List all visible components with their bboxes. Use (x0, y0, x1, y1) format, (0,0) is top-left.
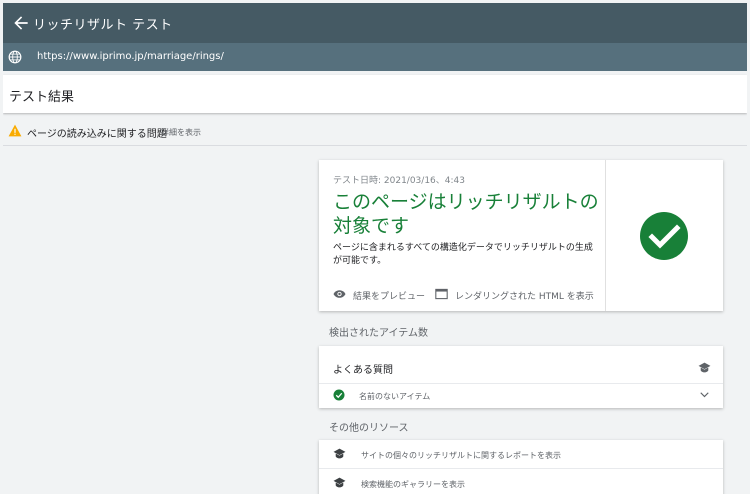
resource-link-label: サイトの個々のリッチリザルトに関するレポートを表示 (361, 451, 561, 460)
resource-link-report[interactable]: サイトの個々のリッチリザルトに関するレポートを表示 (319, 440, 723, 468)
resources-card: サイトの個々のリッチリザルトに関するレポートを表示 検索機能のギャラリーを表示 (319, 440, 723, 494)
items-divider (319, 383, 723, 384)
other-resources-heading: その他のリソース (329, 423, 409, 434)
resource-link-label: 検索機能のギャラリーを表示 (361, 480, 465, 489)
warning-icon (8, 124, 22, 137)
success-check-icon (640, 212, 688, 260)
globe-icon (8, 50, 22, 64)
faq-type-label: よくある質問 (333, 365, 393, 376)
issue-label: ページの読み込みに関する問題 (27, 129, 167, 140)
view-rendered-html-label: レンダリングされた HTML を表示 (455, 292, 594, 302)
chevron-down-icon[interactable] (700, 392, 709, 398)
graduation-cap-icon (333, 448, 346, 459)
detected-items-heading: 検出されたアイテム数 (329, 328, 428, 339)
detected-items-card: よくある質問 名前のないアイテム (319, 346, 723, 408)
preview-results-label: 結果をプレビュー (353, 292, 426, 302)
test-date: テスト日時: 2021/03/16、4:43 (333, 176, 465, 186)
graduation-cap-icon (333, 477, 346, 488)
url-bar: https://www.iprimo.jp/marriage/rings/ (3, 43, 747, 71)
eligibility-headline: このページはリッチリザルトの対象です (333, 191, 599, 237)
app-header: リッチリザルト テスト (3, 3, 747, 43)
browser-window-icon (435, 288, 448, 300)
check-circle-icon (333, 389, 345, 401)
results-header: テスト結果 (3, 75, 747, 113)
summary-card: テスト日時: 2021/03/16、4:43 このページはリッチリザルトの対象で… (319, 160, 723, 311)
app-frame: リッチリザルト テスト https://www.iprimo.jp/marria… (3, 3, 747, 494)
eye-icon (333, 290, 346, 298)
tested-url: https://www.iprimo.jp/marriage/rings/ (37, 51, 224, 62)
card-divider (605, 160, 606, 311)
show-details-link[interactable]: 詳細を表示 (161, 127, 201, 138)
back-arrow-icon[interactable] (11, 13, 31, 33)
eligibility-description: ページに含まれるすべての構造化データでリッチリザルトの生成が可能です。 (333, 243, 593, 266)
resource-link-gallery[interactable]: 検索機能のギャラリーを表示 (319, 469, 723, 494)
page-loading-issue[interactable]: ページの読み込みに関する問題 詳細を表示 (3, 117, 747, 146)
app-title: リッチリザルト テスト (33, 18, 173, 33)
graduation-cap-icon (698, 362, 711, 373)
results-title: テスト結果 (9, 90, 75, 105)
unnamed-item-label: 名前のないアイテム (359, 392, 431, 401)
